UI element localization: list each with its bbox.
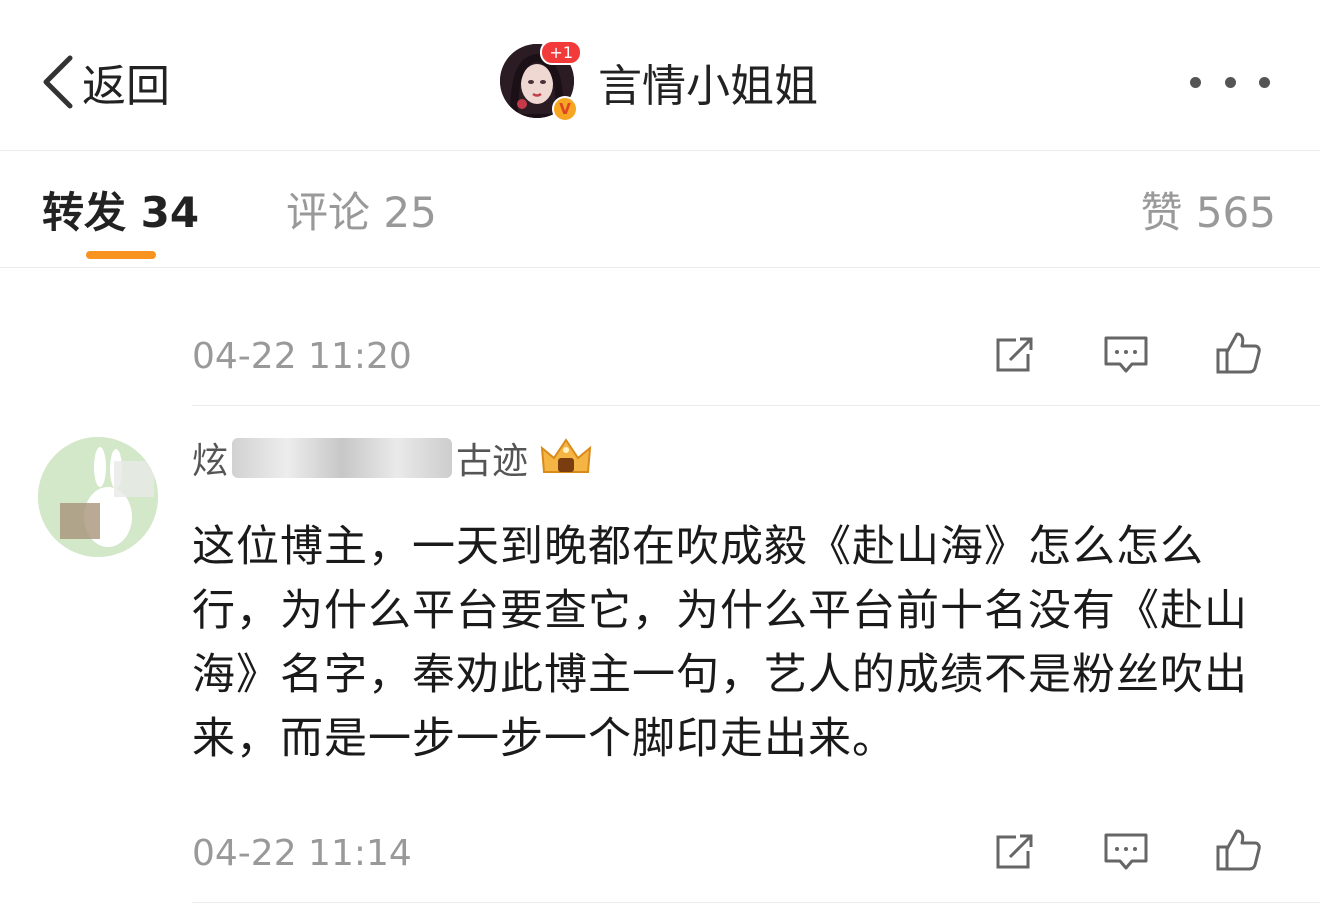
more-dot-icon	[1224, 76, 1236, 88]
comment-icon	[1104, 336, 1148, 373]
comment-icon	[1104, 833, 1148, 870]
avatar-image	[38, 437, 158, 557]
thumbs-up-icon	[1216, 332, 1261, 374]
back-label: 返回	[82, 61, 170, 112]
chevron-left-icon	[43, 55, 73, 109]
comment-button[interactable]	[1098, 326, 1154, 382]
repost-button[interactable]	[986, 823, 1042, 879]
like-button[interactable]	[1210, 823, 1266, 879]
top-bar: 返回 +1 V 言情小姐姐	[0, 0, 1320, 151]
verified-icon: V	[552, 96, 578, 122]
list-item-footer: 04-22 11:14	[192, 823, 1320, 883]
more-dot-icon	[1259, 76, 1270, 88]
user-avatar[interactable]	[38, 437, 158, 557]
share-icon	[996, 834, 1033, 869]
comment-author[interactable]: 炫 古迹	[192, 430, 594, 486]
tab-likes[interactable]: 赞 565	[1140, 179, 1276, 240]
crown-icon	[540, 438, 592, 473]
avatar[interactable]: +1 V	[500, 40, 582, 122]
notification-badge: +1	[540, 40, 582, 65]
comment-text: 这位博主，一天到晚都在吹成毅《赴山海》怎么怎么行，为什么平台要查它，为什么平台前…	[192, 522, 1248, 764]
timestamp: 04-22 11:20	[192, 336, 412, 377]
back-button[interactable]: 返回	[40, 52, 170, 112]
share-icon	[996, 337, 1033, 372]
author-name-start: 炫	[192, 441, 229, 482]
active-tab-indicator	[86, 251, 156, 259]
page-title: 言情小姐姐	[598, 61, 818, 112]
like-button[interactable]	[1210, 326, 1266, 382]
list-item-footer: 04-22 11:20	[192, 326, 1320, 386]
timestamp: 04-22 11:14	[192, 833, 412, 874]
repost-button[interactable]	[986, 326, 1042, 382]
thumbs-up-icon	[1216, 829, 1261, 871]
tab-bar: 转发 34 评论 25 赞 565	[0, 151, 1320, 268]
more-dot-icon	[1190, 76, 1201, 88]
page-title-group[interactable]: +1 V 言情小姐姐	[500, 40, 818, 122]
tab-reposts[interactable]: 转发 34	[42, 179, 199, 240]
more-button[interactable]	[1190, 66, 1270, 98]
author-name-end: 古迹	[456, 441, 529, 482]
comment-button[interactable]	[1098, 823, 1154, 879]
blurred-name	[232, 438, 453, 478]
tab-comments[interactable]: 评论 25	[286, 179, 437, 240]
divider	[192, 902, 1320, 903]
divider	[192, 405, 1320, 406]
